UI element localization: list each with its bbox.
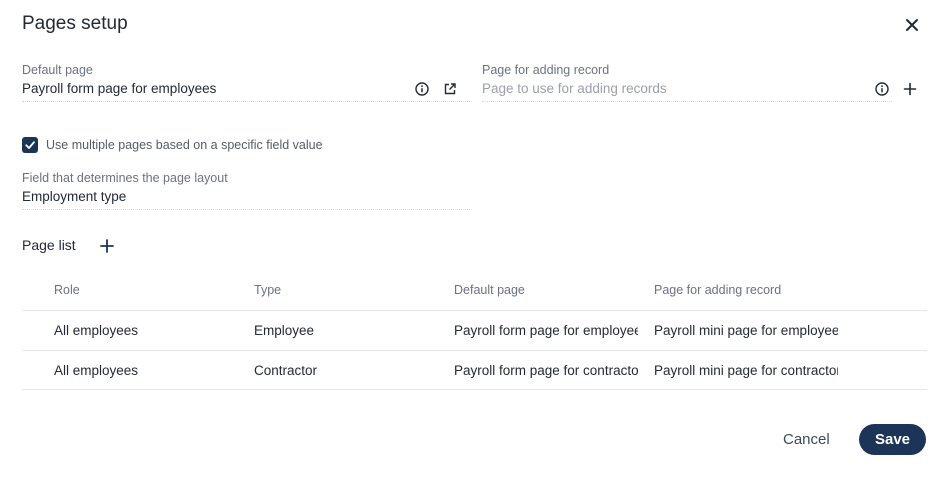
default-page-value[interactable]: Payroll form page for employees	[22, 79, 472, 99]
table-row[interactable]: All employees Contractor Payroll form pa…	[22, 350, 927, 390]
multiple-pages-label[interactable]: Use multiple pages based on a specific f…	[46, 138, 323, 152]
save-button[interactable]: Save	[859, 424, 926, 455]
info-icon[interactable]	[414, 81, 430, 97]
page-list-title: Page list	[22, 237, 76, 253]
default-page-underline	[22, 101, 472, 102]
layout-field-underline	[22, 209, 472, 210]
layout-field-value[interactable]: Employment type	[22, 187, 472, 207]
cell-page-for-adding-record: Payroll mini page for contractors	[654, 362, 838, 378]
multiple-pages-checkbox[interactable]	[22, 137, 38, 153]
cell-page-for-adding-record: Payroll mini page for employees	[654, 323, 838, 338]
adding-page-underline	[482, 101, 892, 102]
table-row[interactable]: All employees Employee Payroll form page…	[22, 310, 927, 350]
cancel-button[interactable]: Cancel	[783, 431, 830, 448]
layout-field[interactable]: Field that determines the page layout Em…	[22, 170, 472, 210]
page-list-table: Role Type Default page Page for adding r…	[22, 270, 927, 390]
cell-type: Contractor	[254, 362, 318, 378]
column-header-role[interactable]: Role	[54, 283, 244, 297]
plus-icon[interactable]	[99, 238, 115, 254]
checkmark-icon	[25, 141, 35, 149]
adding-page-field[interactable]: Page for adding record Page to use for a…	[482, 62, 892, 102]
column-header-page-for-adding-record[interactable]: Page for adding record	[654, 283, 838, 297]
table-header: Role Type Default page Page for adding r…	[22, 270, 927, 310]
adding-page-label: Page for adding record	[482, 63, 610, 77]
cell-type: Employee	[254, 323, 315, 338]
cell-default-page: Payroll form page for employees	[454, 323, 638, 338]
cell-default-page: Payroll form page for contractors	[454, 362, 638, 378]
close-icon[interactable]	[903, 16, 921, 34]
info-icon[interactable]	[874, 81, 890, 97]
multiple-pages-option[interactable]: Use multiple pages based on a specific f…	[22, 137, 323, 153]
adding-page-placeholder[interactable]: Page to use for adding records	[482, 79, 892, 99]
layout-field-label: Field that determines the page layout	[22, 171, 228, 185]
open-external-icon[interactable]	[442, 81, 458, 97]
default-page-field[interactable]: Default page Payroll form page for emplo…	[22, 62, 472, 102]
column-header-type[interactable]: Type	[254, 283, 444, 297]
dialog-title: Pages setup	[22, 13, 128, 34]
plus-icon[interactable]	[902, 81, 918, 97]
pages-setup-dialog: Pages setup Default page Payroll form pa…	[0, 0, 948, 480]
cell-role: All employees	[54, 323, 139, 338]
cell-role: All employees	[54, 362, 139, 378]
default-page-label: Default page	[22, 63, 93, 77]
column-header-default-page[interactable]: Default page	[454, 283, 638, 297]
